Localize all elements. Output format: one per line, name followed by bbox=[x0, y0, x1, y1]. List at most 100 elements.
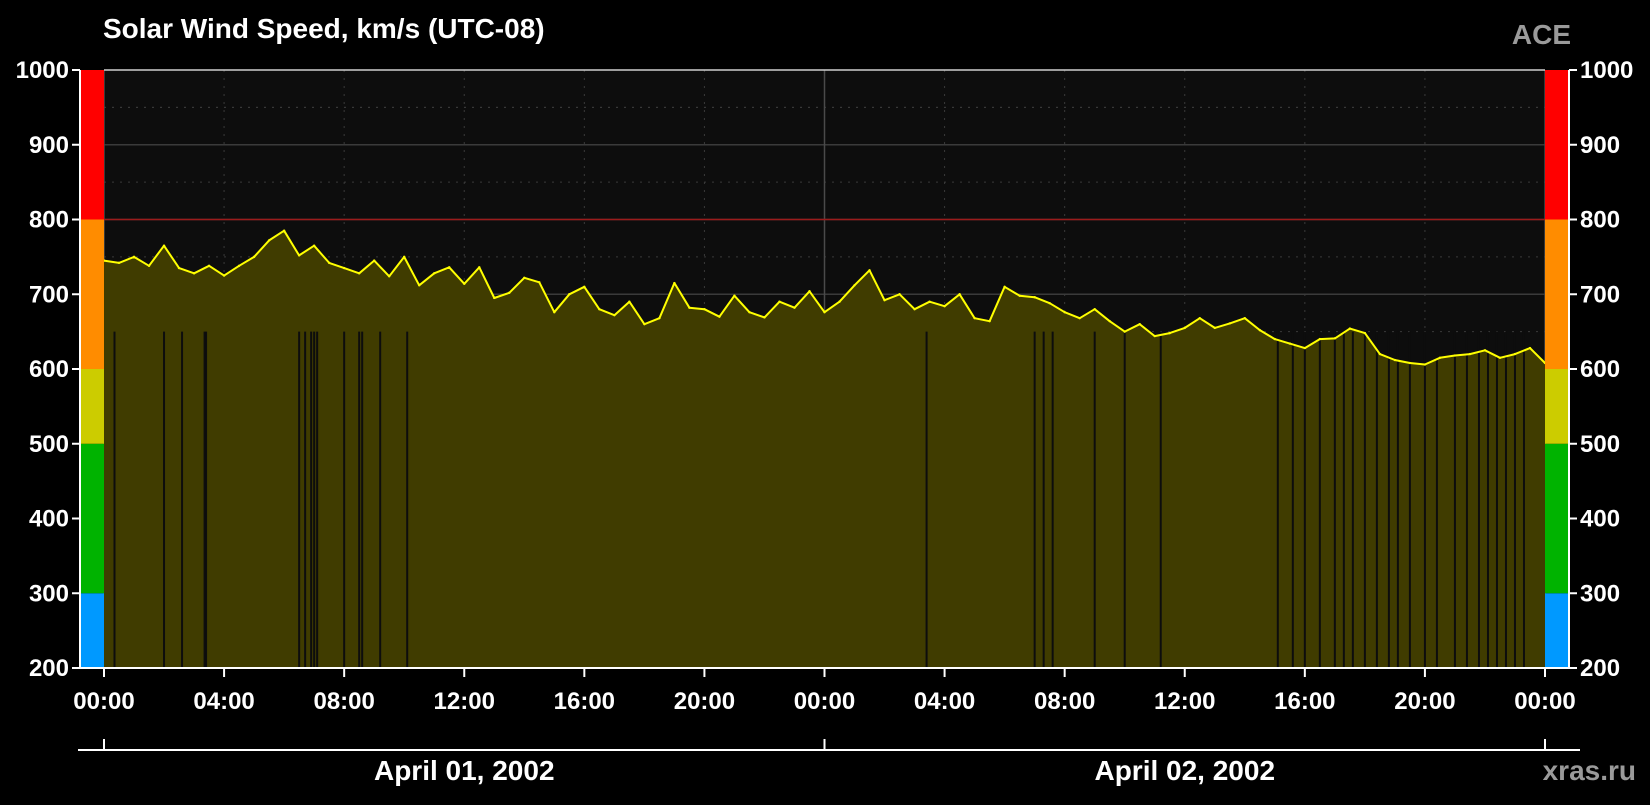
data-point bbox=[808, 290, 811, 293]
y-tick-label-left: 1000 bbox=[16, 57, 69, 84]
y-tick-label-right: 400 bbox=[1580, 506, 1620, 533]
data-point bbox=[327, 261, 331, 265]
scale-band-left bbox=[80, 219, 104, 369]
data-point bbox=[748, 310, 751, 314]
data-point bbox=[222, 274, 226, 277]
data-point bbox=[147, 264, 151, 268]
x-tick-label: 20:00 bbox=[674, 688, 735, 715]
data-point bbox=[1378, 352, 1382, 356]
data-point bbox=[598, 308, 601, 311]
solar-wind-chart: 200 200 300 300 400 400 500 500 600 600 700 700 800 8… bbox=[0, 0, 1650, 800]
x-tick-label: 04:00 bbox=[914, 688, 975, 715]
scale-band-left bbox=[80, 443, 104, 594]
data-point bbox=[1273, 337, 1277, 341]
data-point bbox=[523, 276, 526, 280]
data-point bbox=[1108, 319, 1111, 323]
x-tick-label: 00:00 bbox=[794, 688, 855, 715]
data-point bbox=[1483, 349, 1487, 352]
data-point bbox=[1048, 302, 1051, 305]
data-point bbox=[117, 261, 121, 265]
data-point bbox=[583, 285, 586, 288]
data-point bbox=[1438, 356, 1442, 359]
data-point bbox=[312, 244, 316, 247]
y-tick-label-right: 500 bbox=[1580, 431, 1620, 458]
data-point bbox=[1138, 322, 1141, 326]
data-point bbox=[868, 269, 871, 272]
x-tick-label: 16:00 bbox=[554, 688, 615, 715]
data-point bbox=[418, 284, 421, 287]
data-point bbox=[1288, 342, 1292, 345]
x-tick-label: 12:00 bbox=[434, 688, 495, 715]
data-point bbox=[433, 272, 436, 275]
y-tick-label-left: 800 bbox=[29, 207, 69, 234]
x-tick-label: 12:00 bbox=[1154, 688, 1215, 715]
scale-band-left bbox=[80, 70, 104, 220]
data-point bbox=[252, 255, 256, 259]
data-point bbox=[282, 229, 286, 232]
data-point bbox=[883, 299, 886, 302]
data-point bbox=[403, 255, 406, 259]
data-point bbox=[763, 316, 766, 319]
data-point bbox=[1243, 316, 1246, 320]
data-point bbox=[568, 293, 571, 296]
data-point bbox=[1513, 352, 1517, 356]
data-point bbox=[553, 310, 556, 314]
y-tick-label-left: 400 bbox=[29, 506, 69, 533]
data-point bbox=[898, 293, 901, 296]
data-point bbox=[372, 259, 376, 262]
data-point bbox=[237, 264, 241, 268]
source-badge: ACE bbox=[1512, 19, 1571, 50]
data-point bbox=[508, 291, 511, 294]
data-point bbox=[823, 310, 826, 314]
x-tick-label: 08:00 bbox=[313, 688, 374, 715]
data-point bbox=[973, 316, 976, 320]
data-point bbox=[793, 306, 796, 309]
scale-band-left bbox=[80, 593, 104, 668]
y-tick-label-right: 1000 bbox=[1580, 57, 1633, 84]
y-tick-label-right: 700 bbox=[1580, 281, 1620, 308]
data-point bbox=[658, 316, 661, 320]
data-point bbox=[1228, 322, 1231, 325]
scale-band-right bbox=[1545, 593, 1569, 668]
data-point bbox=[1348, 327, 1352, 330]
data-point bbox=[448, 266, 451, 269]
data-point bbox=[493, 296, 496, 300]
data-point bbox=[1468, 352, 1472, 356]
y-tick-label-right: 600 bbox=[1580, 356, 1620, 383]
data-point bbox=[673, 281, 676, 285]
x-tick-label: 08:00 bbox=[1034, 688, 1095, 715]
data-point bbox=[1093, 308, 1096, 311]
data-point bbox=[1003, 285, 1006, 288]
data-point bbox=[1333, 337, 1337, 340]
data-point bbox=[1498, 356, 1502, 359]
data-point bbox=[1153, 334, 1156, 338]
scale-band-right bbox=[1545, 219, 1569, 369]
scale-band-right bbox=[1545, 70, 1569, 220]
data-point bbox=[1168, 331, 1171, 335]
data-point bbox=[1078, 316, 1081, 320]
data-point bbox=[853, 284, 856, 287]
data-point bbox=[1363, 331, 1367, 335]
data-point bbox=[1318, 337, 1322, 341]
y-tick-label-right: 300 bbox=[1580, 580, 1620, 607]
data-point bbox=[478, 266, 481, 269]
data-point bbox=[1198, 316, 1201, 320]
x-tick-label: 16:00 bbox=[1274, 688, 1335, 715]
data-point bbox=[538, 281, 541, 284]
data-point bbox=[162, 244, 166, 247]
data-point bbox=[1183, 326, 1186, 330]
data-point bbox=[838, 300, 841, 303]
data-point bbox=[1303, 346, 1307, 350]
data-point bbox=[778, 300, 781, 303]
data-point bbox=[1408, 361, 1412, 365]
y-tick-label-left: 300 bbox=[29, 580, 69, 607]
data-point bbox=[463, 282, 466, 285]
data-point bbox=[1453, 354, 1457, 357]
data-point bbox=[1018, 294, 1021, 297]
data-point bbox=[613, 313, 616, 317]
data-point bbox=[1063, 310, 1066, 314]
y-tick-label-left: 200 bbox=[29, 655, 69, 682]
y-tick-label-left: 600 bbox=[29, 356, 69, 383]
data-point bbox=[192, 272, 196, 275]
x-tick-label: 20:00 bbox=[1394, 688, 1455, 715]
